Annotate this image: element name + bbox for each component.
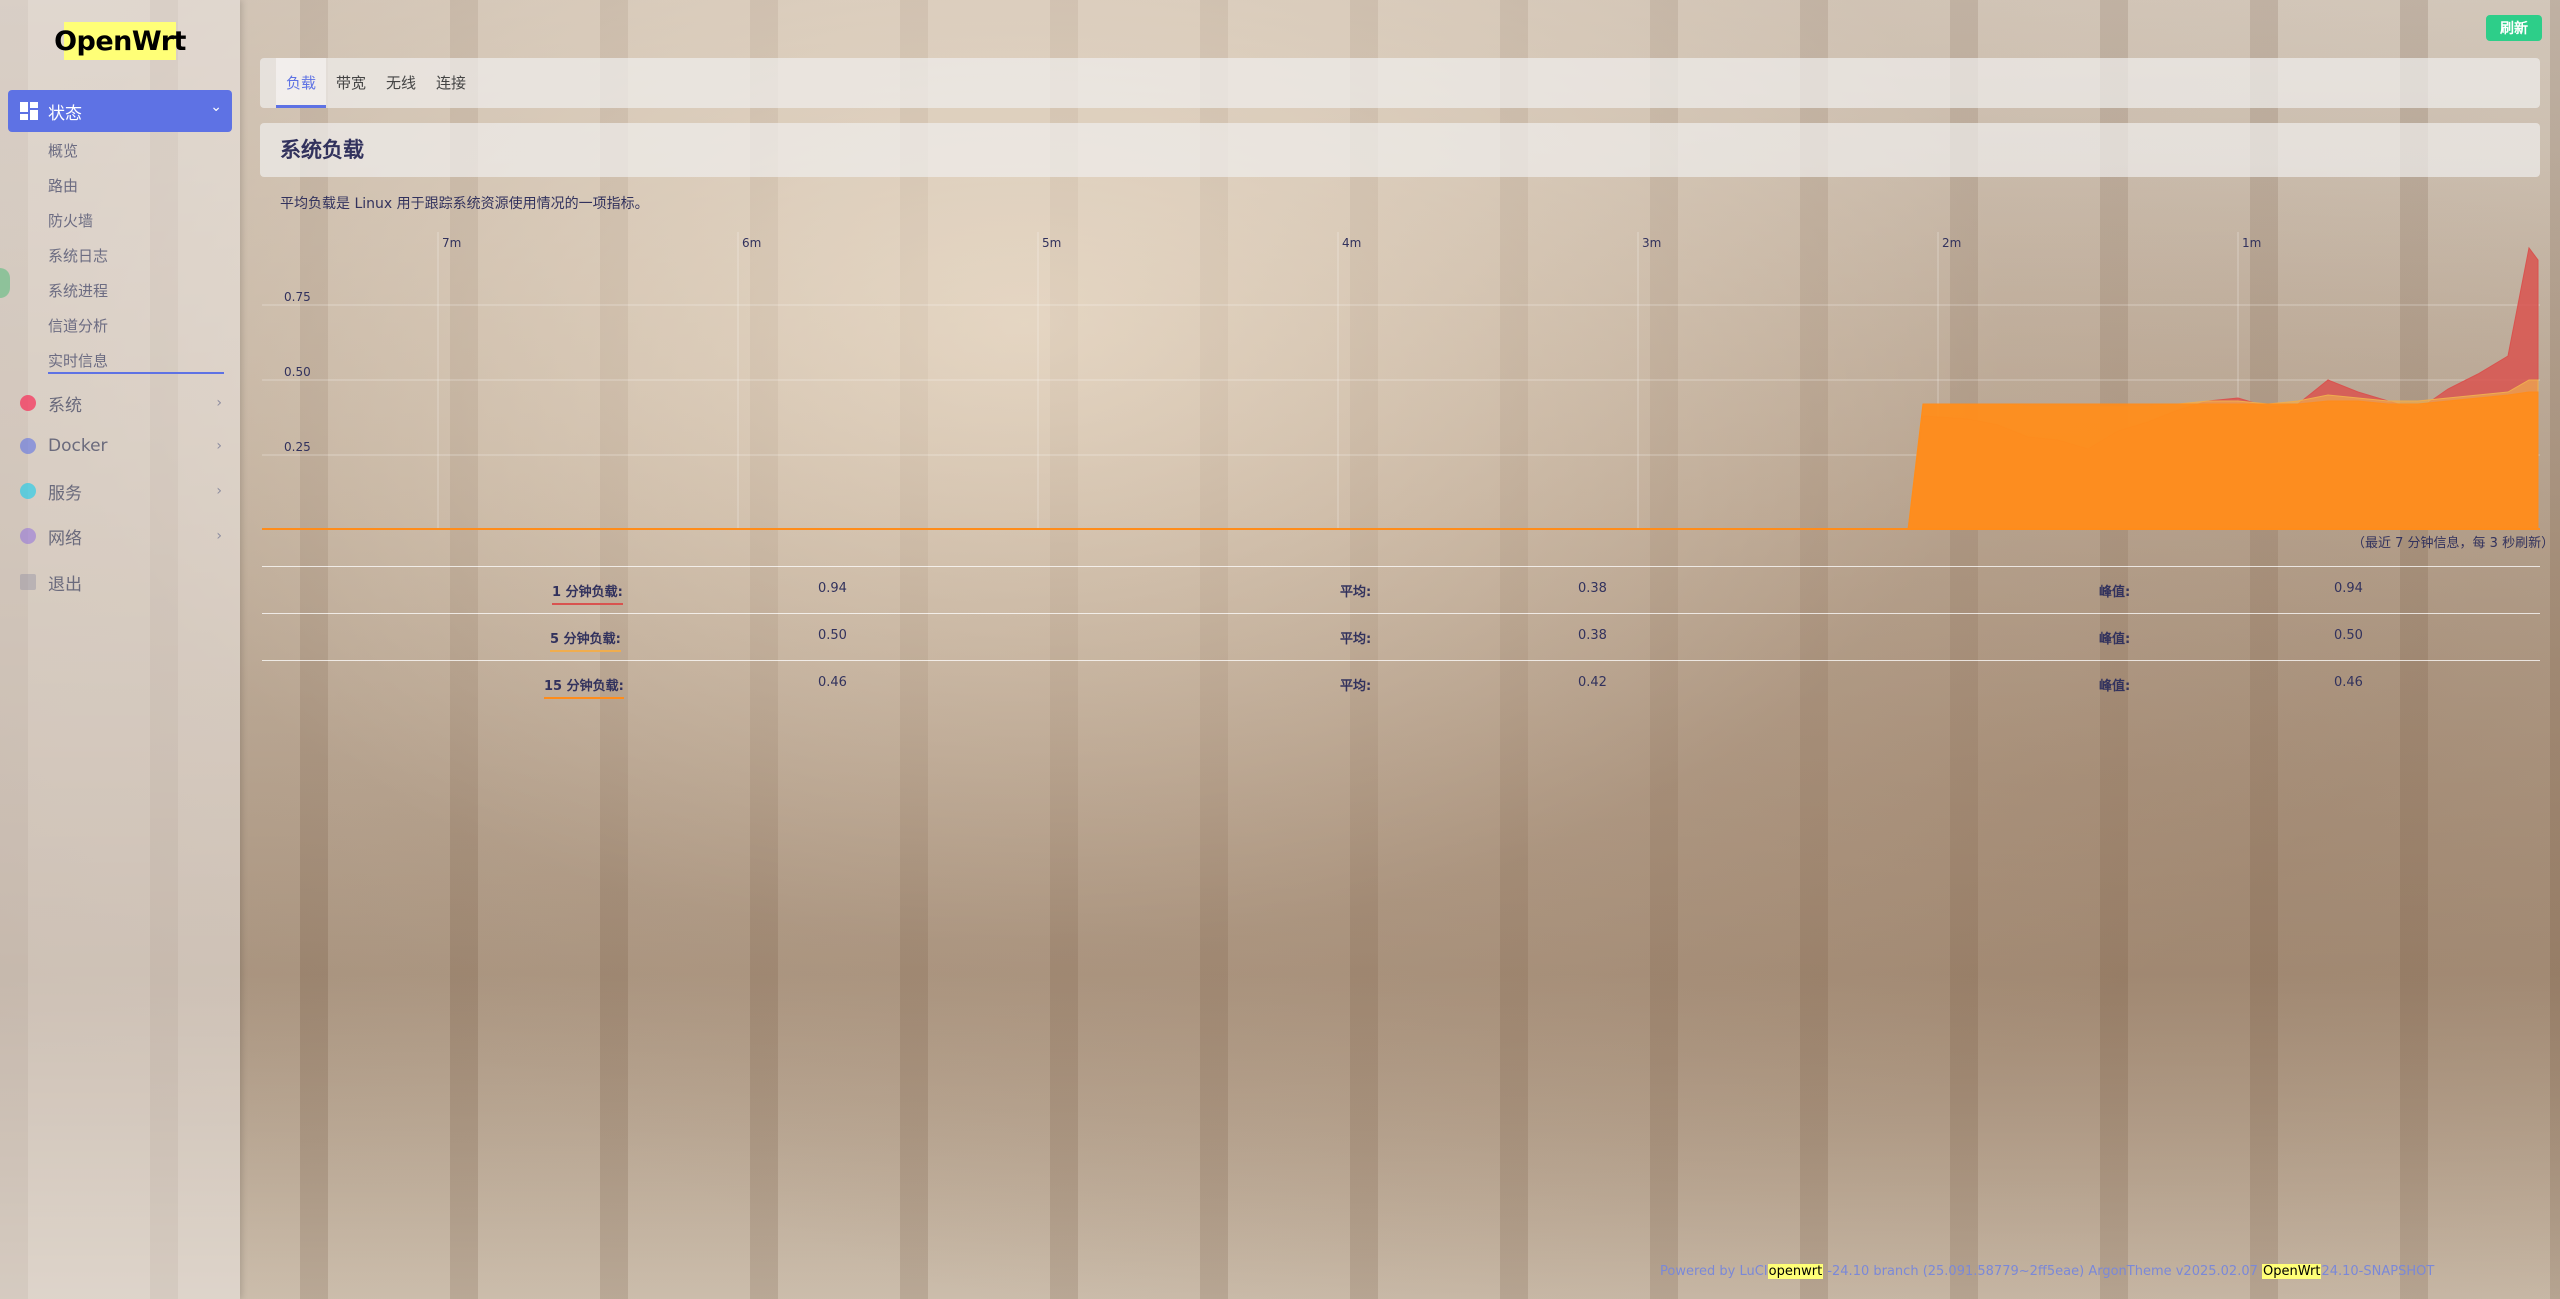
chart-note: （最近 7 分钟信息，每 3 秒刷新） (2352, 536, 2555, 551)
footer-version: 24.10-SNAPSHOT (2321, 1264, 2435, 1279)
row-label: 5 分钟负载: (550, 628, 621, 652)
nav-status[interactable]: 状态 ⌄ (8, 90, 232, 132)
x-tick-label: 1m (2242, 236, 2261, 250)
side-indicator (0, 268, 10, 298)
row-current: 0.50 (818, 628, 847, 643)
submenu-firewall[interactable]: 防火墙 (48, 210, 224, 245)
footer-branch: -24.10 branch (25.091.58779~2ff5eae) (1827, 1264, 2085, 1279)
nav-docker-label: Docker (48, 436, 108, 456)
nav-network[interactable]: 网络 › (0, 514, 240, 558)
openwrt-logo[interactable]: OpenWrt (54, 22, 186, 60)
y-tick-label: 0.50 (284, 365, 311, 379)
footer: Powered by LuCIopenwrt -24.10 branch (25… (1660, 1264, 2434, 1279)
x-tick-label: 2m (1942, 236, 1961, 250)
row-peak: 0.46 (2334, 675, 2363, 690)
y-tick-label: 0.25 (284, 440, 311, 454)
chevron-right-icon: › (216, 483, 222, 499)
footer-brand-2: OpenWrt (2262, 1264, 2322, 1279)
chevron-right-icon: › (216, 395, 222, 411)
tab-bar: 负载 带宽 无线 连接 (260, 58, 2540, 108)
system-icon (20, 395, 36, 411)
row-peak: 0.50 (2334, 628, 2363, 643)
footer-powered[interactable]: Powered by LuCI (1660, 1264, 1768, 1279)
chevron-right-icon: › (216, 438, 222, 454)
row-avg: 0.42 (1578, 675, 1607, 690)
dashboard-icon (20, 102, 38, 120)
series-area-15min (288, 391, 2539, 531)
table-row: 5 分钟负载: 0.50 平均: 0.38 峰值: 0.50 (262, 613, 2540, 660)
load-stats-table: 1 分钟负载: 0.94 平均: 0.38 峰值: 0.94 5 分钟负载: 0… (262, 566, 2540, 707)
link-icon (20, 483, 36, 499)
page-description: 平均负载是 Linux 用于跟踪系统资源使用情况的一项指标。 (280, 196, 649, 212)
submenu-routes[interactable]: 路由 (48, 175, 224, 210)
refresh-button[interactable]: 刷新 (2486, 15, 2542, 41)
avg-label: 平均: (1340, 679, 1372, 694)
nav-logout-label: 退出 (48, 574, 82, 595)
tab-bandwidth[interactable]: 带宽 (326, 58, 376, 108)
status-submenu: 概览 路由 防火墙 系统日志 系统进程 信道分析 实时信息 (48, 140, 224, 374)
peak-label: 峰值: (2099, 585, 2131, 600)
row-avg: 0.38 (1578, 628, 1607, 643)
docker-icon (20, 438, 36, 454)
footer-brand: openwrt (1767, 1264, 1824, 1279)
sidebar: OpenWrt 状态 ⌄ 概览 路由 防火墙 系统日志 系统进程 信道分析 实时… (0, 0, 240, 1299)
submenu-syslog[interactable]: 系统日志 (48, 245, 224, 280)
row-current: 0.46 (818, 675, 847, 690)
submenu-channel-analysis[interactable]: 信道分析 (48, 315, 224, 350)
network-icon (20, 528, 36, 544)
avg-label: 平均: (1340, 632, 1372, 647)
x-tick-label: 7m (442, 236, 461, 250)
peak-label: 峰值: (2099, 632, 2131, 647)
peak-label: 峰值: (2099, 679, 2131, 694)
page-title: 系统负载 (260, 123, 2540, 177)
chevron-down-icon: ⌄ (210, 99, 222, 115)
avg-label: 平均: (1340, 585, 1372, 600)
nav-system[interactable]: 系统 › (0, 381, 240, 425)
x-tick-label: 5m (1042, 236, 1061, 250)
nav-logout[interactable]: 退出 (0, 560, 240, 604)
logout-icon (20, 574, 36, 590)
row-current: 0.94 (818, 581, 847, 596)
tab-load[interactable]: 负载 (276, 58, 327, 108)
nav-network-label: 网络 (48, 528, 82, 549)
chevron-right-icon: › (216, 528, 222, 544)
row-avg: 0.38 (1578, 581, 1607, 596)
nav-services-label: 服务 (48, 483, 82, 504)
row-peak: 0.94 (2334, 581, 2363, 596)
table-row: 15 分钟负载: 0.46 平均: 0.42 峰值: 0.46 (262, 660, 2540, 707)
load-chart-svg: 0.75 0.50 0.25 7m 6m 5m 4m 3m 2m 1m (262, 232, 2540, 531)
y-tick-label: 0.75 (284, 290, 311, 304)
submenu-overview[interactable]: 概览 (48, 140, 224, 175)
tab-wireless[interactable]: 无线 (376, 58, 426, 108)
row-label: 1 分钟负载: (552, 581, 623, 605)
nav-docker[interactable]: Docker › (0, 424, 240, 468)
submenu-realtime[interactable]: 实时信息 (48, 350, 224, 374)
x-tick-label: 6m (742, 236, 761, 250)
nav-status-label: 状态 (48, 103, 82, 124)
x-tick-label: 3m (1642, 236, 1661, 250)
nav-system-label: 系统 (48, 395, 82, 416)
nav-services[interactable]: 服务 › (0, 469, 240, 513)
row-label: 15 分钟负载: (544, 675, 624, 699)
submenu-processes[interactable]: 系统进程 (48, 280, 224, 315)
x-tick-label: 4m (1342, 236, 1361, 250)
load-chart: 0.75 0.50 0.25 7m 6m 5m 4m 3m 2m 1m (262, 232, 2540, 531)
table-row: 1 分钟负载: 0.94 平均: 0.38 峰值: 0.94 (262, 566, 2540, 613)
tab-connections[interactable]: 连接 (426, 58, 476, 108)
footer-theme[interactable]: ArgonTheme v2025.02.07 (2088, 1264, 2258, 1279)
